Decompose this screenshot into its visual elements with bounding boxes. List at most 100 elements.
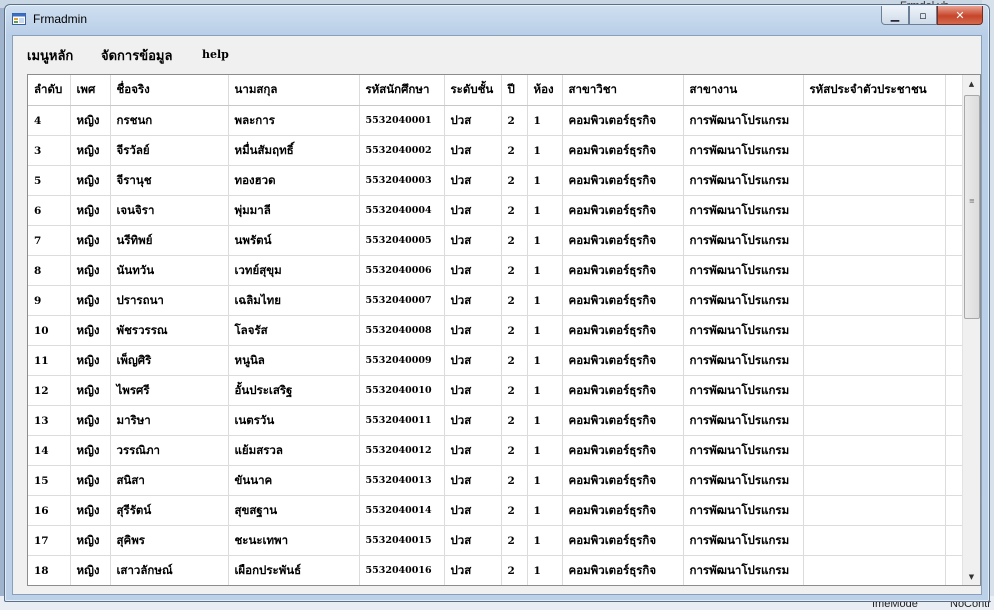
cell-room[interactable]: 1: [527, 105, 563, 136]
menu-manage-data[interactable]: จัดการข้อมูล: [101, 45, 172, 66]
cell-national-id[interactable]: [803, 405, 946, 436]
cell-first-name[interactable]: ปรารถนา: [110, 285, 229, 316]
cell-first-name[interactable]: จีรานุช: [110, 165, 229, 196]
cell-room[interactable]: 1: [527, 555, 563, 585]
column-header-room[interactable]: ห้อง: [527, 75, 563, 106]
cell-track[interactable]: การพัฒนาโปรแกรม: [683, 555, 804, 585]
cell-level[interactable]: ปวส: [444, 495, 502, 526]
cell-gender[interactable]: หญิง: [70, 375, 111, 406]
cell-track[interactable]: การพัฒนาโปรแกรม: [683, 255, 804, 286]
cell-student-id[interactable]: 5532040007: [359, 285, 445, 316]
table-row[interactable]: 13 หญิง มาริษา เนตรวัน 5532040011 ปวส 2 1 คอมพิว…: [28, 405, 963, 436]
cell-room[interactable]: 1: [527, 135, 563, 166]
column-header-national-id[interactable]: รหัสประจำตัวประชาชน: [803, 75, 946, 106]
cell-student-id[interactable]: 5532040015: [359, 525, 445, 556]
cell-level[interactable]: ปวส: [444, 315, 502, 346]
cell-level[interactable]: ปวส: [444, 105, 502, 136]
cell-national-id[interactable]: [803, 285, 946, 316]
scroll-up-button[interactable]: ▲: [963, 75, 980, 92]
cell-track[interactable]: การพัฒนาโปรแกรม: [683, 495, 804, 526]
cell-order[interactable]: 7: [28, 225, 71, 256]
cell-student-id[interactable]: 5532040016: [359, 555, 445, 585]
cell-national-id[interactable]: [803, 495, 946, 526]
table-row[interactable]: 7 หญิง นรีทิพย์ นพรัตน์ 5532040005 ปวส 2 1 คอมพิ…: [28, 225, 963, 256]
table-row[interactable]: 16 หญิง สุรีรัตน์ สุขสฐาน 5532040014 ปวส 2 1 คอม…: [28, 495, 963, 526]
cell-last-name[interactable]: ขันนาค: [228, 465, 360, 496]
cell-first-name[interactable]: เจนจิรา: [110, 195, 229, 226]
column-header-gender[interactable]: เพศ: [70, 75, 111, 106]
cell-year[interactable]: 2: [501, 315, 528, 346]
cell-major[interactable]: คอมพิวเตอร์ธุรกิจ: [562, 555, 684, 585]
cell-gender[interactable]: หญิง: [70, 495, 111, 526]
cell-order[interactable]: 8: [28, 255, 71, 286]
cell-room[interactable]: 1: [527, 435, 563, 466]
cell-gender[interactable]: หญิง: [70, 345, 111, 376]
cell-room[interactable]: 1: [527, 375, 563, 406]
cell-room[interactable]: 1: [527, 285, 563, 316]
close-button[interactable]: ✕: [937, 6, 983, 25]
cell-room[interactable]: 1: [527, 495, 563, 526]
maximize-button[interactable]: ▫: [909, 6, 937, 25]
cell-gender[interactable]: หญิง: [70, 135, 111, 166]
cell-room[interactable]: 1: [527, 255, 563, 286]
cell-track[interactable]: การพัฒนาโปรแกรม: [683, 465, 804, 496]
cell-level[interactable]: ปวส: [444, 255, 502, 286]
cell-first-name[interactable]: มาริษา: [110, 405, 229, 436]
cell-last-name[interactable]: อั้นประเสริฐ: [228, 375, 360, 406]
cell-level[interactable]: ปวส: [444, 555, 502, 585]
cell-student-id[interactable]: 5532040002: [359, 135, 445, 166]
cell-gender[interactable]: หญิง: [70, 555, 111, 585]
cell-last-name[interactable]: เฉลิมไทย: [228, 285, 360, 316]
cell-year[interactable]: 2: [501, 285, 528, 316]
table-row[interactable]: 3 หญิง จีรวัลย์ หมื่นสัมฤทธิ์ 5532040002 ปวส 2…: [28, 135, 963, 166]
cell-level[interactable]: ปวส: [444, 285, 502, 316]
cell-order[interactable]: 9: [28, 285, 71, 316]
vertical-scrollbar[interactable]: ▲ ≡ ▼: [962, 75, 980, 585]
cell-first-name[interactable]: วรรณิภา: [110, 435, 229, 466]
cell-level[interactable]: ปวส: [444, 225, 502, 256]
cell-last-name[interactable]: โลจรัส: [228, 315, 360, 346]
cell-order[interactable]: 13: [28, 405, 71, 436]
cell-level[interactable]: ปวส: [444, 465, 502, 496]
cell-major[interactable]: คอมพิวเตอร์ธุรกิจ: [562, 525, 684, 556]
cell-student-id[interactable]: 5532040010: [359, 375, 445, 406]
table-row[interactable]: 11 หญิง เพ็ญศิริ หนูนิล 5532040009 ปวส 2 1 คอมพิ…: [28, 345, 963, 376]
cell-last-name[interactable]: แย้มสรวล: [228, 435, 360, 466]
cell-first-name[interactable]: พัชรวรรณ: [110, 315, 229, 346]
table-row[interactable]: 9 หญิง ปรารถนา เฉลิมไทย 5532040007 ปวส 2 1 คอมพิ…: [28, 285, 963, 316]
cell-year[interactable]: 2: [501, 375, 528, 406]
cell-student-id[interactable]: 5532040004: [359, 195, 445, 226]
cell-gender[interactable]: หญิง: [70, 465, 111, 496]
cell-year[interactable]: 2: [501, 195, 528, 226]
table-row[interactable]: 5 หญิง จีรานุช ทองฮวด 5532040003 ปวส 2 1 คอมพิวเ…: [28, 165, 963, 196]
cell-order[interactable]: 16: [28, 495, 71, 526]
cell-gender[interactable]: หญิง: [70, 165, 111, 196]
cell-student-id[interactable]: 5532040013: [359, 465, 445, 496]
cell-gender[interactable]: หญิง: [70, 225, 111, 256]
column-header-year[interactable]: ปี: [501, 75, 528, 106]
cell-order[interactable]: 14: [28, 435, 71, 466]
cell-order[interactable]: 4: [28, 105, 71, 136]
cell-student-id[interactable]: 5532040008: [359, 315, 445, 346]
cell-room[interactable]: 1: [527, 195, 563, 226]
cell-order[interactable]: 10: [28, 315, 71, 346]
column-header-level[interactable]: ระดับชั้น: [444, 75, 502, 106]
cell-track[interactable]: การพัฒนาโปรแกรม: [683, 225, 804, 256]
scroll-down-button[interactable]: ▼: [963, 568, 980, 585]
cell-room[interactable]: 1: [527, 315, 563, 346]
cell-national-id[interactable]: [803, 225, 946, 256]
cell-gender[interactable]: หญิง: [70, 525, 111, 556]
cell-last-name[interactable]: สุขสฐาน: [228, 495, 360, 526]
cell-year[interactable]: 2: [501, 495, 528, 526]
cell-first-name[interactable]: เสาวลักษณ์: [110, 555, 229, 585]
cell-gender[interactable]: หญิง: [70, 405, 111, 436]
cell-national-id[interactable]: [803, 435, 946, 466]
cell-major[interactable]: คอมพิวเตอร์ธุรกิจ: [562, 255, 684, 286]
table-row[interactable]: 15 หญิง สนิสา ขันนาค 5532040013 ปวส 2 1 คอมพิวเต…: [28, 465, 963, 496]
cell-order[interactable]: 5: [28, 165, 71, 196]
cell-track[interactable]: การพัฒนาโปรแกรม: [683, 525, 804, 556]
menu-main[interactable]: เมนูหลัก: [27, 45, 73, 66]
cell-year[interactable]: 2: [501, 135, 528, 166]
cell-first-name[interactable]: สุคิพร: [110, 525, 229, 556]
column-header-student-id[interactable]: รหัสนักศึกษา: [359, 75, 445, 106]
